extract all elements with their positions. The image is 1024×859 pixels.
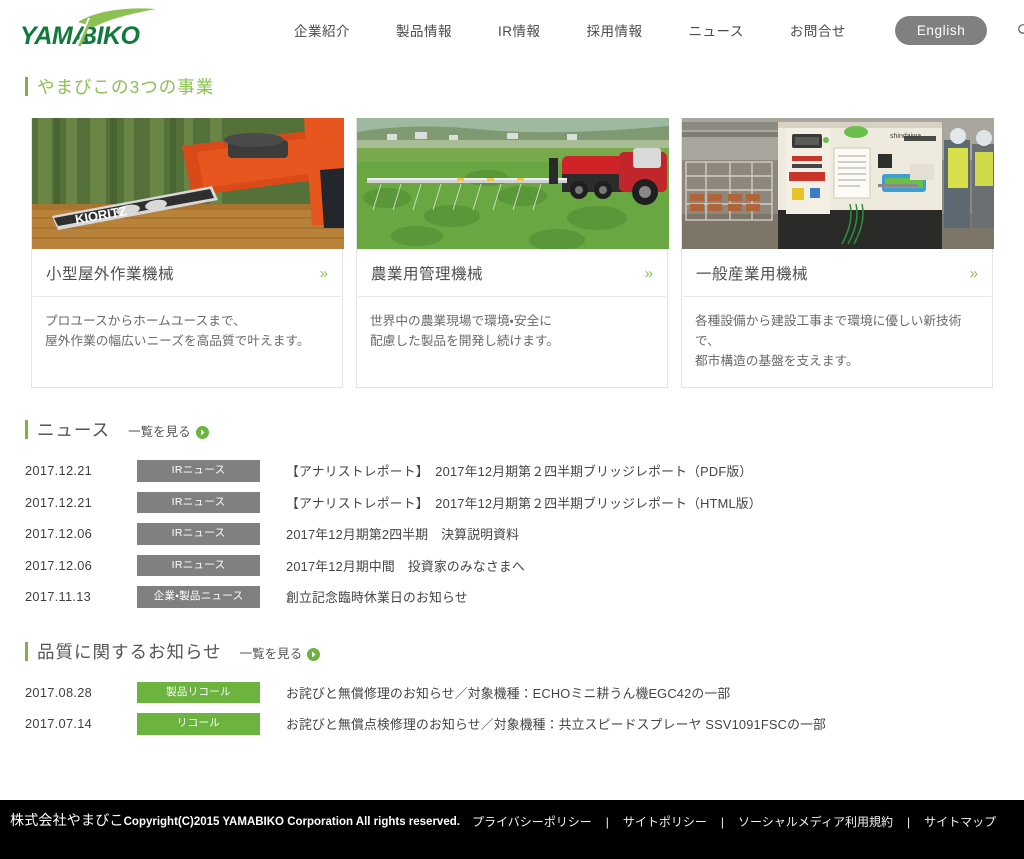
- news-badge: IRニュース: [137, 460, 260, 482]
- search-icon: [1018, 24, 1024, 34]
- quality-row[interactable]: 2017.07.14 リコール お詫びと無償点検修理のお知らせ／対象機種：共立ス…: [25, 708, 1024, 740]
- search-button[interactable]: [1011, 17, 1024, 43]
- news-badge: IRニュース: [137, 491, 260, 513]
- yamabiko-logo[interactable]: YAMA BIKO: [16, 8, 166, 52]
- news-list: 2017.12.21 IRニュース 【アナリストレポート】 2017年12月期第…: [0, 455, 1024, 613]
- quality-row[interactable]: 2017.08.28 製品リコール お詫びと無償修理のお知らせ／対象機種：ECH…: [25, 677, 1024, 709]
- footer-copyright-text: Copyright(C)2015 YAMABIKO Corporation Al…: [123, 816, 460, 828]
- card-title-row: 一般産業用機械 »: [683, 249, 991, 297]
- heading-bar: [25, 641, 28, 661]
- news-row[interactable]: 2017.12.06 IRニュース 2017年12月期中間 投資家のみなさまへ: [25, 550, 1024, 582]
- business-section-heading: やまびこの3つの事業: [25, 74, 1024, 99]
- nav-item-contact[interactable]: お問合せ: [767, 20, 869, 40]
- card-desc-outdoor: プロユースからホームユースまで、 屋外作業の幅広いニーズを高品質で叶えます。: [45, 314, 310, 348]
- quality-section-heading: 品質に関するお知らせ 一覧を見る: [25, 639, 1024, 664]
- business-card-agriculture[interactable]: 農業用管理機械 » 世界中の農業現場で環境・安全に 配慮した製品を開発し続けます…: [356, 118, 669, 388]
- business-cards: KIORITZ 小型屋外作業機械 » プロユースからホームユースまで、 屋外作業…: [31, 118, 1024, 388]
- quality-title[interactable]: お詫びと無償点検修理のお知らせ／対象機種：共立スピードスプレーヤ SSV1091…: [286, 714, 826, 733]
- business-card-outdoor[interactable]: KIORITZ 小型屋外作業機械 » プロユースからホームユースまで、 屋外作業…: [31, 118, 344, 388]
- nav-item-products[interactable]: 製品情報: [373, 20, 475, 40]
- quality-title[interactable]: お詫びと無償修理のお知らせ／対象機種：ECHOミニ耕うん機EGC42の一部: [286, 683, 730, 702]
- card-title-outdoor: 小型屋外作業機械: [46, 266, 175, 283]
- news-title[interactable]: 【アナリストレポート】 2017年12月期第２四半期ブリッジレポート（PDF版）: [286, 461, 752, 480]
- card-title-agriculture: 農業用管理機械: [371, 266, 484, 283]
- news-row[interactable]: 2017.11.13 企業・製品ニュース 創立記念臨時休業日のお知らせ: [25, 581, 1024, 613]
- news-title[interactable]: 創立記念臨時休業日のお知らせ: [286, 587, 468, 606]
- nav-item-news[interactable]: ニュース: [666, 20, 767, 40]
- heading-bar: [25, 77, 28, 96]
- news-row[interactable]: 2017.12.06 IRニュース 2017年12月期第2四半期 決算説明資料: [25, 518, 1024, 550]
- english-language-button[interactable]: English: [894, 15, 988, 45]
- news-badge: IRニュース: [137, 523, 260, 545]
- news-title[interactable]: 2017年12月期第2四半期 決算説明資料: [286, 524, 519, 543]
- site-header: YAMA BIKO 企業紹介 製品情報 IR情報 採用情報 ニュース お問合せ …: [0, 0, 1024, 60]
- chevron-double-right-icon: »: [319, 264, 328, 282]
- news-row[interactable]: 2017.12.21 IRニュース 【アナリストレポート】 2017年12月期第…: [25, 487, 1024, 519]
- quality-view-all-label: 一覧を見る: [239, 646, 303, 661]
- news-row[interactable]: 2017.12.21 IRニュース 【アナリストレポート】 2017年12月期第…: [25, 455, 1024, 487]
- yamabiko-swoosh-logo: YAMA BIKO: [20, 8, 156, 50]
- news-date: 2017.12.21: [25, 463, 93, 479]
- site-footer: 株式会社やまびこCopyright(C)2015 YAMABIKO Corpor…: [0, 800, 1024, 859]
- quality-date: 2017.07.14: [25, 716, 93, 732]
- footer-link-site-policy[interactable]: サイトポリシー: [623, 813, 707, 830]
- news-date: 2017.11.13: [25, 589, 92, 605]
- news-heading-text: ニュース: [37, 420, 111, 440]
- footer-copyright-block: 株式会社やまびこCopyright(C)2015 YAMABIKO Corpor…: [10, 811, 472, 832]
- card-title-row: 農業用管理機械 »: [358, 249, 666, 297]
- svg-text:shindaiwa: shindaiwa: [890, 133, 921, 140]
- footer-separator: |: [605, 814, 609, 829]
- news-date: 2017.12.06: [25, 557, 93, 573]
- heading-bar: [25, 420, 28, 439]
- card-image-sprayer: [357, 118, 669, 249]
- footer-link-privacy-policy[interactable]: プライバシーポリシー: [472, 813, 592, 830]
- card-title-row: 小型屋外作業機械 »: [33, 249, 341, 297]
- news-title[interactable]: 2017年12月期中間 投資家のみなさまへ: [286, 556, 525, 575]
- quality-view-all-link[interactable]: 一覧を見る: [240, 643, 321, 662]
- business-heading-text: やまびこの3つの事業: [37, 77, 215, 97]
- news-title[interactable]: 【アナリストレポート】 2017年12月期第２四半期ブリッジレポート（HTML版…: [286, 493, 762, 512]
- page-root: YAMA BIKO 企業紹介 製品情報 IR情報 採用情報 ニュース お問合せ …: [0, 0, 1024, 859]
- footer-link-social-media-terms[interactable]: ソーシャルメディア利用規約: [738, 813, 893, 830]
- nav-item-recruit[interactable]: 採用情報: [564, 20, 666, 40]
- main-navigation: 企業紹介 製品情報 IR情報 採用情報 ニュース お問合せ: [271, 20, 869, 40]
- card-image-chainsaw: KIORITZ: [32, 118, 344, 249]
- news-view-all-link[interactable]: 一覧を見る: [128, 421, 209, 440]
- circle-arrow-right-icon: [195, 426, 209, 439]
- card-image-generator: shindaiwa: [682, 118, 994, 249]
- chevron-double-right-icon: »: [969, 264, 978, 282]
- quality-badge: 製品リコール: [137, 681, 260, 703]
- footer-link-sitemap[interactable]: サイトマップ: [924, 813, 996, 830]
- quality-list: 2017.08.28 製品リコール お詫びと無償修理のお知らせ／対象機種：ECH…: [0, 677, 1024, 740]
- business-card-industrial[interactable]: shindaiwa 一般産業用機械 » 各種設備から建設工事まで環境に優しい新技…: [681, 118, 994, 388]
- news-section-heading: ニュース 一覧を見る: [25, 417, 1024, 442]
- quality-heading-text: 品質に関するお知らせ: [37, 641, 222, 662]
- chevron-double-right-icon: »: [644, 264, 653, 282]
- news-date: 2017.12.06: [25, 526, 93, 542]
- nav-item-ir[interactable]: IR情報: [475, 20, 564, 40]
- news-view-all-label: 一覧を見る: [128, 425, 191, 439]
- card-desc-industrial: 各種設備から建設工事まで環境に優しい新技術で、 都市構造の基盤を支えます。: [695, 314, 962, 368]
- circle-arrow-right-icon: [307, 647, 321, 661]
- card-title-industrial: 一般産業用機械: [696, 266, 809, 283]
- news-badge: IRニュース: [137, 554, 260, 576]
- quality-badge: リコール: [137, 713, 260, 735]
- footer-separator: |: [720, 814, 725, 829]
- nav-item-company[interactable]: 企業紹介: [271, 20, 373, 40]
- quality-date: 2017.08.28: [25, 684, 93, 700]
- footer-company-name: 株式会社やまびこ: [10, 812, 124, 828]
- news-badge: 企業・製品ニュース: [137, 586, 260, 608]
- footer-separator: |: [906, 814, 911, 829]
- card-desc-agriculture: 世界中の農業現場で環境・安全に 配慮した製品を開発し続けます。: [370, 314, 560, 348]
- news-date: 2017.12.21: [25, 494, 93, 510]
- footer-links: プライバシーポリシー | サイトポリシー | ソーシャルメディア利用規約 | サ…: [472, 813, 996, 830]
